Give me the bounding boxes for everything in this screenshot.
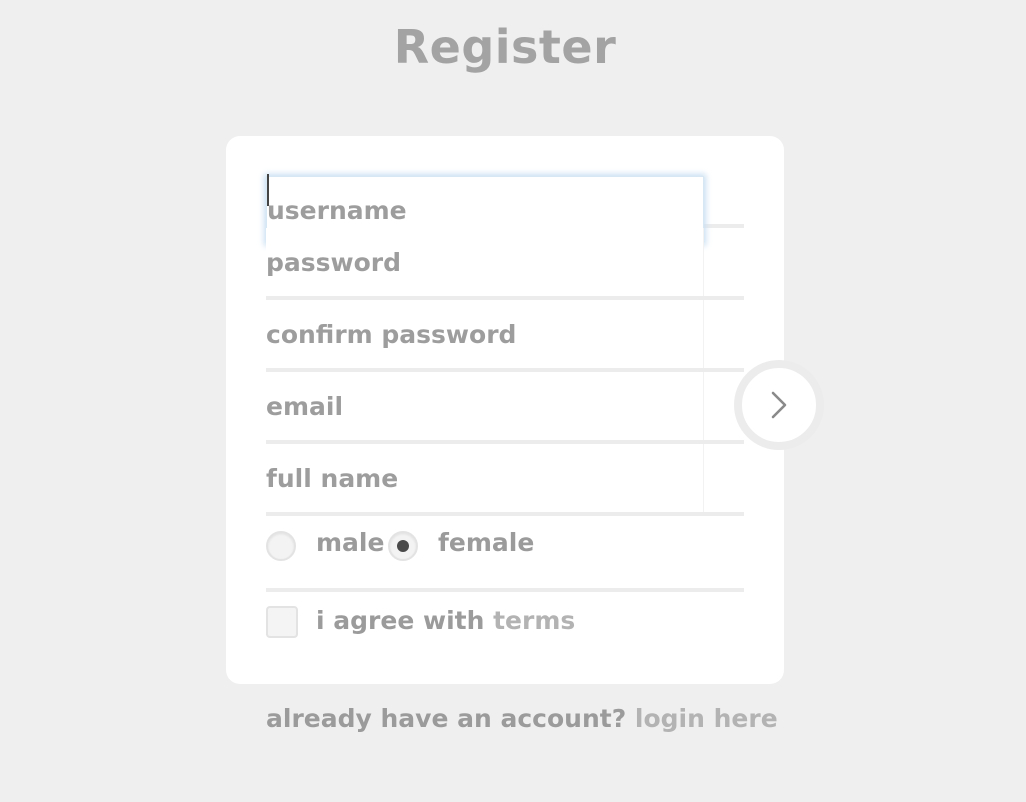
male-radio-label[interactable]: male: [316, 528, 384, 557]
terms-label: i agree with terms: [316, 606, 575, 635]
confirm-password-input[interactable]: [266, 300, 704, 368]
terms-row: i agree with terms: [266, 592, 744, 652]
terms-label-prefix: i agree with: [316, 606, 494, 635]
login-prompt: already have an account? login here: [266, 704, 778, 733]
login-link[interactable]: login here: [635, 704, 778, 733]
female-radio[interactable]: [388, 531, 418, 561]
username-row: [266, 156, 744, 244]
agree-terms-checkbox[interactable]: [266, 606, 298, 638]
chevron-right-icon: [771, 391, 787, 419]
full-name-row: [266, 444, 744, 516]
gender-radio-group: male female: [266, 516, 744, 592]
female-radio-label[interactable]: female: [438, 528, 534, 557]
register-page: Register male female i agre: [0, 0, 1026, 802]
submit-next-button[interactable]: [734, 360, 824, 450]
full-name-input[interactable]: [266, 444, 704, 512]
text-caret: [267, 174, 269, 206]
password-input[interactable]: [266, 228, 704, 296]
radio-selected-dot: [397, 540, 409, 552]
password-row: [266, 228, 744, 300]
page-title: Register: [393, 20, 617, 74]
male-radio[interactable]: [266, 531, 296, 561]
login-prompt-text: already have an account?: [266, 704, 635, 733]
confirm-password-row: [266, 300, 744, 372]
email-row: [266, 372, 744, 444]
email-input[interactable]: [266, 372, 704, 440]
terms-link[interactable]: terms: [493, 606, 575, 635]
register-card: male female i agree with terms: [226, 136, 784, 684]
